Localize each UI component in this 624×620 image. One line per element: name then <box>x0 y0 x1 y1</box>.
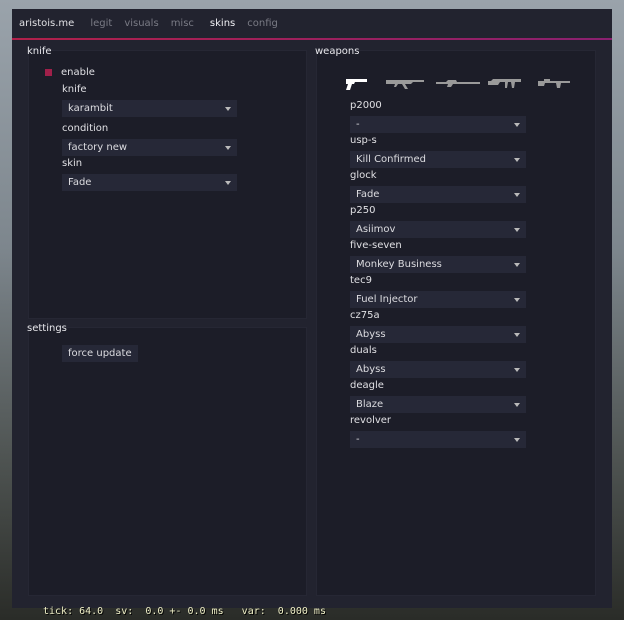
chevron-down-icon <box>514 263 520 267</box>
weapon-skin-value: Fuel Injector <box>356 294 418 305</box>
enable-checkbox[interactable] <box>45 69 52 76</box>
weapon-label-cz75a: cz75a <box>350 310 380 321</box>
weapon-skin-value: Monkey Business <box>356 259 442 270</box>
rifle-icon[interactable] <box>385 77 425 91</box>
settings-panel: settings force update <box>27 323 307 596</box>
weapon-skin-value: Blaze <box>356 399 384 410</box>
condition-label: condition <box>62 123 109 134</box>
skin-dropdown[interactable]: Fade <box>62 174 237 191</box>
enable-label: enable <box>61 67 95 78</box>
weapon-skin-dropdown-usp-s[interactable]: Kill Confirmed <box>350 151 526 168</box>
weapon-label-glock: glock <box>350 170 377 181</box>
skin-value: Fade <box>68 177 92 188</box>
weapon-skin-dropdown-p250[interactable]: Asiimov <box>350 221 526 238</box>
pistol-icon[interactable] <box>345 77 369 91</box>
weapon-label-p250: p250 <box>350 205 376 216</box>
tab-misc[interactable]: misc <box>171 18 194 29</box>
weapon-skin-value: Abyss <box>356 329 386 340</box>
weapon-skin-value: - <box>356 119 360 130</box>
chevron-down-icon <box>514 298 520 302</box>
chevron-down-icon <box>514 333 520 337</box>
weapon-skin-dropdown-deagle[interactable]: Blaze <box>350 396 526 413</box>
weapon-label-revolver: revolver <box>350 415 392 426</box>
smg-icon[interactable] <box>487 77 523 91</box>
tab-skins[interactable]: skins <box>210 18 235 29</box>
weapon-skin-dropdown-cz75a[interactable]: Abyss <box>350 326 526 343</box>
knife-label: knife <box>62 84 87 95</box>
cheat-menu-window: aristois.me legit visuals misc skins con… <box>12 9 612 608</box>
weapon-label-duals: duals <box>350 345 377 356</box>
tab-visuals[interactable]: visuals <box>124 18 158 29</box>
weapon-skin-dropdown-revolver[interactable]: - <box>350 431 526 448</box>
weapon-skin-dropdown-tec9[interactable]: Fuel Injector <box>350 291 526 308</box>
chevron-down-icon <box>225 107 231 111</box>
weapon-label-p2000: p2000 <box>350 100 382 111</box>
tab-config[interactable]: config <box>247 18 278 29</box>
chevron-down-icon <box>514 403 520 407</box>
weapon-skin-dropdown-five-seven[interactable]: Monkey Business <box>350 256 526 273</box>
weapon-skin-value: Abyss <box>356 364 386 375</box>
knife-dropdown[interactable]: karambit <box>62 100 237 117</box>
weapon-label-deagle: deagle <box>350 380 384 391</box>
sniper-icon[interactable] <box>435 77 481 91</box>
condition-dropdown[interactable]: factory new <box>62 139 237 156</box>
chevron-down-icon <box>225 181 231 185</box>
weapon-skin-value: Fade <box>356 189 380 200</box>
weapon-label-five-seven: five-seven <box>350 240 402 251</box>
chevron-down-icon <box>225 146 231 150</box>
chevron-down-icon <box>514 123 520 127</box>
chevron-down-icon <box>514 228 520 232</box>
weapon-skin-value: - <box>356 434 360 445</box>
weapon-skin-value: Asiimov <box>356 224 396 235</box>
title-bar: aristois.me legit visuals misc skins con… <box>12 9 612 38</box>
weapon-skin-dropdown-duals[interactable]: Abyss <box>350 361 526 378</box>
tab-legit[interactable]: legit <box>90 18 112 29</box>
heavy-icon[interactable] <box>537 77 571 91</box>
chevron-down-icon <box>514 368 520 372</box>
weapon-label-tec9: tec9 <box>350 275 372 286</box>
condition-value: factory new <box>68 142 128 153</box>
chevron-down-icon <box>514 193 520 197</box>
panel-title: weapons <box>315 46 360 57</box>
panel-title: settings <box>27 323 67 334</box>
knife-value: karambit <box>68 103 113 114</box>
weapons-panel: weapons p2000 - usp-s Kill Confirmed glock Fa… <box>315 46 596 596</box>
weapon-label-usp-s: usp-s <box>350 135 377 146</box>
force-update-button[interactable]: force update <box>62 345 138 362</box>
panel-title: knife <box>27 46 52 57</box>
knife-panel: knife enable knife karambit condition fa… <box>27 46 307 319</box>
weapon-skin-dropdown-p2000[interactable]: - <box>350 116 526 133</box>
skin-label: skin <box>62 158 83 169</box>
chevron-down-icon <box>514 438 520 442</box>
weapon-skin-dropdown-glock[interactable]: Fade <box>350 186 526 203</box>
chevron-down-icon <box>514 158 520 162</box>
brand-title: aristois.me <box>19 18 75 29</box>
weapon-skin-value: Kill Confirmed <box>356 154 426 165</box>
net-graph-readout: tick: 64.0 sv: 0.0 +- 0.0 ms var: 0.000 … <box>43 606 326 617</box>
accent-divider <box>12 38 612 40</box>
